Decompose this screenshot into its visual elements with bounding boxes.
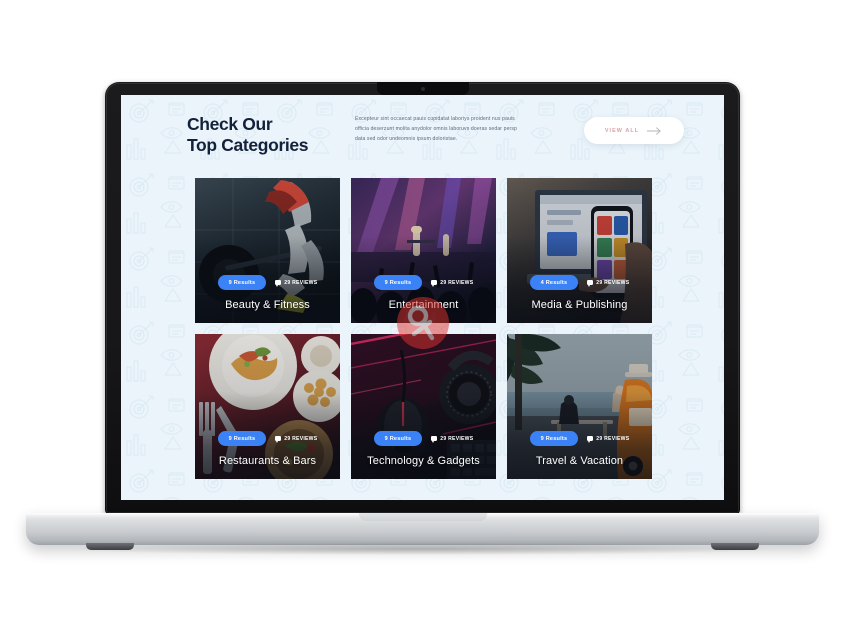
- results-badge: 9 Results: [529, 431, 579, 446]
- camera-icon: [420, 86, 425, 91]
- laptop-mockup: Check Our Top Categories Excepteur sint …: [0, 0, 845, 640]
- card-meta: 9 Results 29 REVIEWS: [351, 275, 496, 290]
- reviews-label: 29 REVIEWS: [440, 435, 474, 442]
- browser-viewport: Check Our Top Categories Excepteur sint …: [121, 95, 724, 500]
- comment-icon: [431, 436, 437, 442]
- page-title: Check Our Top Categories: [187, 114, 309, 157]
- category-card[interactable]: 9 Results 29 REVIEWS Technology & Gadget…: [351, 334, 496, 479]
- results-badge: 9 Results: [217, 275, 267, 290]
- category-card[interactable]: 9 Results 29 REVIEWS Travel & Vacation: [507, 334, 652, 479]
- card-meta: 9 Results 29 REVIEWS: [195, 275, 340, 290]
- page-title-line-2: Top Categories: [187, 135, 309, 156]
- reviews-label: 29 REVIEWS: [596, 279, 630, 286]
- base-shadow: [70, 543, 775, 555]
- results-badge: 9 Results: [373, 275, 423, 290]
- reviews-group: 29 REVIEWS: [275, 280, 317, 286]
- card-title: Media & Publishing: [531, 299, 628, 311]
- comment-icon: [431, 280, 437, 286]
- category-card[interactable]: 9 Results 29 REVIEWS Beauty & Fitness: [195, 178, 340, 323]
- comment-icon: [275, 280, 281, 286]
- header-description: Excepteur sint occaecat pauis cupidatat …: [355, 116, 517, 142]
- reviews-label: 29 REVIEWS: [596, 435, 630, 442]
- reviews-group: 29 REVIEWS: [431, 280, 473, 286]
- card-meta: 4 Results 29 REVIEWS: [507, 275, 652, 290]
- results-badge: 9 Results: [373, 431, 423, 446]
- card-meta: 9 Results 29 REVIEWS: [195, 431, 340, 446]
- website-page: Check Our Top Categories Excepteur sint …: [121, 95, 724, 500]
- comment-icon: [587, 436, 593, 442]
- reviews-group: 29 REVIEWS: [431, 436, 473, 442]
- page-title-line-1: Check Our: [187, 114, 273, 134]
- arrow-right-icon: [647, 126, 661, 135]
- reviews-label: 29 REVIEWS: [284, 279, 318, 286]
- category-card[interactable]: 9 Results 29 REVIEWS Restaurants & Bars: [195, 334, 340, 479]
- card-title: Travel & Vacation: [535, 455, 624, 467]
- card-title: Restaurants & Bars: [218, 455, 317, 467]
- card-meta: 9 Results 29 REVIEWS: [507, 431, 652, 446]
- reviews-label: 29 REVIEWS: [440, 279, 474, 286]
- reviews-group: 29 REVIEWS: [587, 436, 629, 442]
- reviews-group: 29 REVIEWS: [587, 280, 629, 286]
- base-lid-notch: [358, 513, 487, 521]
- category-card[interactable]: 4 Results 29 REVIEWS Media & Publishing: [507, 178, 652, 323]
- reviews-group: 29 REVIEWS: [275, 436, 317, 442]
- view-all-label: VIEW ALL: [604, 127, 640, 134]
- view-all-button[interactable]: VIEW ALL: [584, 117, 684, 144]
- category-card[interactable]: 9 Results 29 REVIEWS Entertainment: [351, 178, 496, 323]
- comment-icon: [587, 280, 593, 286]
- card-title: Beauty & Fitness: [225, 299, 310, 311]
- laptop-base: [26, 513, 819, 550]
- section-header: Check Our Top Categories Excepteur sint …: [121, 95, 724, 173]
- category-grid: 9 Results 29 REVIEWS Beauty & Fitness 9 …: [195, 178, 653, 479]
- card-title: Entertainment: [388, 299, 459, 311]
- results-badge: 9 Results: [217, 431, 267, 446]
- card-title: Technology & Gadgets: [367, 455, 480, 467]
- reviews-label: 29 REVIEWS: [284, 435, 318, 442]
- card-meta: 9 Results 29 REVIEWS: [351, 431, 496, 446]
- comment-icon: [275, 436, 281, 442]
- results-badge: 4 Results: [529, 275, 579, 290]
